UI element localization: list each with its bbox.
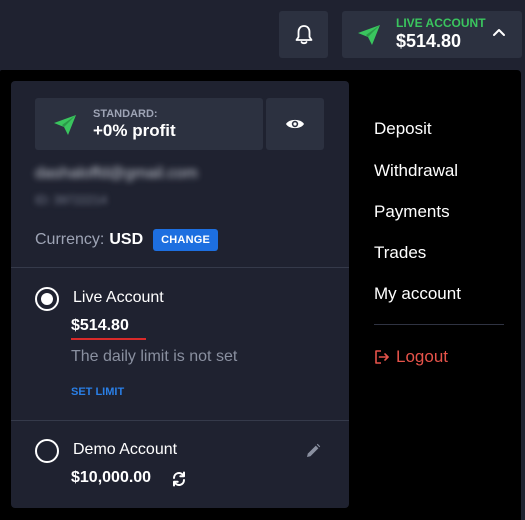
currency-label: Currency: [35,231,105,248]
currency-row: Currency: USD CHANGE [35,229,219,251]
plan-card[interactable]: STANDARD: +0% profit [35,98,263,150]
logout-label: Logout [396,347,448,366]
menu-divider [374,324,504,325]
live-account-balance: $514.80 [71,317,129,334]
account-dropdown: STANDARD: +0% profit dashaloffd@gmail.co… [0,70,521,520]
top-bar: LIVE ACCOUNT $514.80 [0,0,525,70]
logout-button[interactable]: Logout [374,347,448,367]
user-id: ID: 39722214 [35,193,108,207]
currency-value: USD [109,231,144,248]
bell-icon [295,24,312,44]
change-currency-button[interactable]: CHANGE [153,229,219,251]
account-balance: $514.80 [396,31,462,51]
refresh-icon[interactable] [171,471,187,487]
live-account-name[interactable]: Live Account [73,289,164,307]
set-limit-link[interactable]: SET LIMIT [71,386,124,398]
menu-item-trades[interactable]: Trades [374,243,426,263]
chevron-up-icon [493,29,505,36]
menu-item-withdrawal[interactable]: Withdrawal [374,161,458,181]
balance-underline [71,338,146,340]
divider [11,420,349,421]
demo-account-balance: $10,000.00 [71,469,152,486]
menu-item-my-account[interactable]: My account [374,284,461,304]
demo-account-name[interactable]: Demo Account [73,441,177,459]
demo-account-radio[interactable] [35,439,59,463]
eye-icon [286,119,304,129]
notifications-button[interactable] [279,11,328,58]
paper-plane-icon [358,25,380,45]
paper-plane-icon [54,115,76,135]
pencil-icon[interactable] [305,443,321,459]
plan-value: +0% profit [93,121,176,140]
live-account-radio[interactable] [35,287,59,311]
logout-icon [375,350,389,364]
account-type-label: LIVE ACCOUNT [396,16,486,30]
account-panel: STANDARD: +0% profit dashaloffd@gmail.co… [11,81,349,508]
plan-label: STANDARD: [93,108,158,120]
account-switcher-button[interactable]: LIVE ACCOUNT $514.80 [342,11,522,58]
menu-item-payments[interactable]: Payments [374,202,450,222]
daily-limit-note: The daily limit is not set [71,348,238,365]
divider [11,267,349,268]
toggle-balance-visibility-button[interactable] [266,98,324,150]
menu-item-deposit[interactable]: Deposit [374,119,432,139]
user-email: dashaloffd@gmail.com [35,165,198,182]
